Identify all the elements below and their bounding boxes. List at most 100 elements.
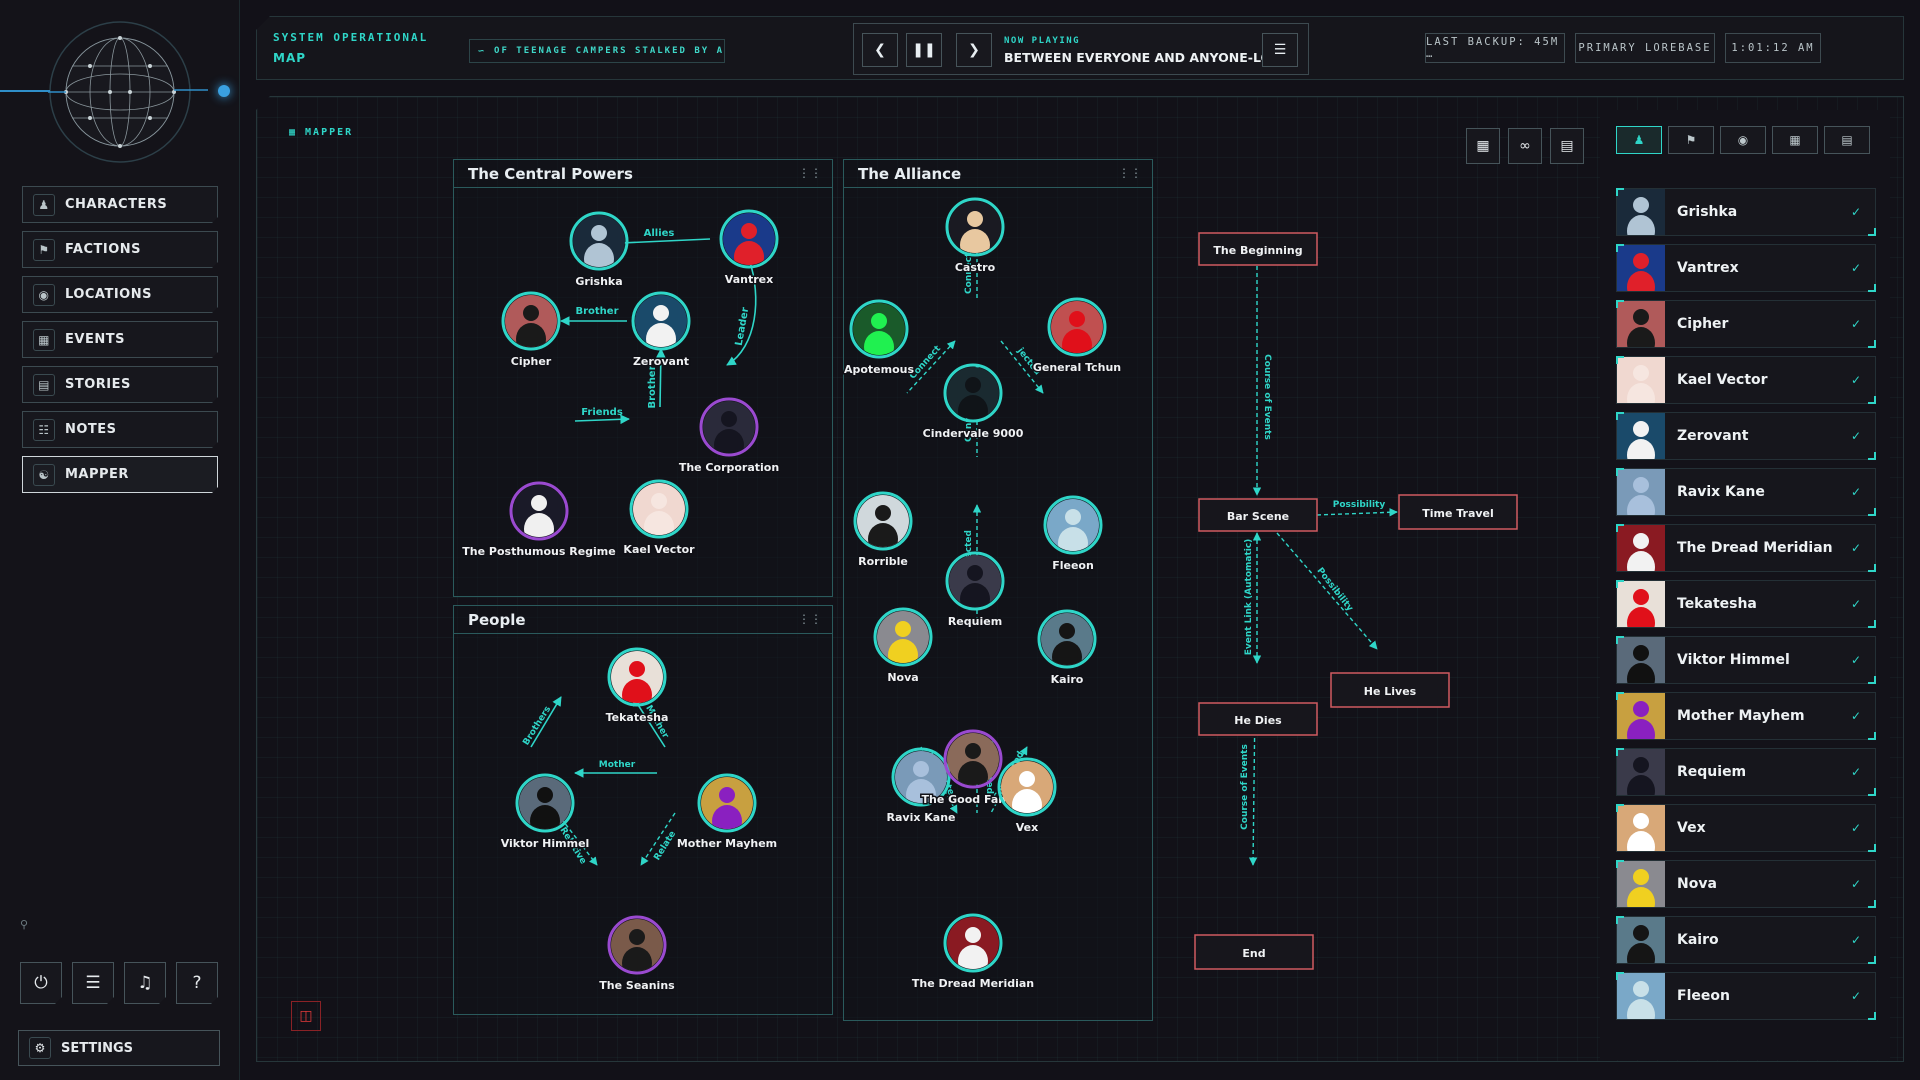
corner-accent bbox=[1868, 508, 1876, 516]
help-button[interactable]: ? bbox=[176, 962, 218, 1004]
previous-track-button[interactable]: ❮ bbox=[862, 33, 898, 67]
character-list-item[interactable]: Requiem ✓ bbox=[1616, 748, 1876, 796]
trash-icon: ◫ bbox=[299, 1008, 313, 1024]
database-button[interactable]: ☰ bbox=[72, 962, 114, 1004]
character-thumbnail bbox=[1617, 525, 1665, 571]
plug-button[interactable]: ⏻ bbox=[20, 962, 62, 1004]
edge-regime-kael[interactable] bbox=[574, 414, 630, 425]
character-thumbnail bbox=[1617, 917, 1665, 963]
node-seanins[interactable]: The Seanins bbox=[598, 915, 677, 994]
node-dread[interactable]: The Dread Meridian bbox=[910, 913, 1036, 992]
node-nova[interactable]: Nova bbox=[873, 607, 933, 686]
music-button[interactable]: ♫ bbox=[124, 962, 166, 1004]
character-list-item[interactable]: Viktor Himmel ✓ bbox=[1616, 636, 1876, 684]
event-node-end[interactable]: End bbox=[1194, 934, 1314, 970]
character-list-item[interactable]: Nova ✓ bbox=[1616, 860, 1876, 908]
document-icon: ☷ bbox=[33, 419, 55, 441]
event-edge-bar-time[interactable] bbox=[1316, 508, 1398, 517]
node-kairo[interactable]: Kairo bbox=[1037, 609, 1097, 688]
node-tekatesha[interactable]: Tekatesha bbox=[604, 647, 670, 726]
character-name: Kael Vector bbox=[1677, 372, 1768, 388]
checkmark-icon[interactable]: ✓ bbox=[1851, 597, 1861, 611]
sidebar-item-characters[interactable]: ♟ CHARACTERS bbox=[22, 186, 218, 223]
node-apotemous[interactable]: Apotemous bbox=[842, 299, 916, 378]
node-requiem[interactable]: Requiem bbox=[945, 551, 1005, 630]
search-icon[interactable]: ⚲ bbox=[20, 918, 28, 931]
node-kael[interactable]: Kael Vector bbox=[622, 479, 697, 558]
node-corporation[interactable]: The Corporation bbox=[677, 397, 781, 476]
event-node-bar-scene[interactable]: Bar Scene bbox=[1198, 498, 1318, 532]
node-fleeon[interactable]: Fleeon bbox=[1043, 495, 1103, 574]
event-node-he-dies[interactable]: He Dies bbox=[1198, 702, 1318, 736]
checkmark-icon[interactable]: ✓ bbox=[1851, 821, 1861, 835]
tab-factions[interactable]: ⚑ bbox=[1668, 126, 1714, 154]
node-cindervale[interactable]: Cindervale 9000 bbox=[921, 363, 1025, 442]
sidebar-item-notes[interactable]: ☷ NOTES bbox=[22, 411, 218, 448]
node-tchun[interactable]: General Tchun bbox=[1031, 297, 1123, 376]
character-list-item[interactable]: Ravix Kane ✓ bbox=[1616, 468, 1876, 516]
event-edge-bar-lives[interactable] bbox=[1276, 532, 1378, 650]
checkmark-icon[interactable]: ✓ bbox=[1851, 205, 1861, 219]
character-list-item[interactable]: Mother Mayhem ✓ bbox=[1616, 692, 1876, 740]
next-track-button[interactable]: ❯ bbox=[956, 33, 992, 67]
calendar-icon: ▦ bbox=[33, 329, 55, 351]
node-mayhem[interactable]: Mother Mayhem bbox=[675, 773, 779, 852]
node-vex[interactable]: Vex bbox=[997, 757, 1057, 836]
users-icon: ♟ bbox=[1633, 133, 1645, 147]
node-zerovant[interactable]: Zerovant bbox=[631, 291, 691, 370]
sidebar-item-stories[interactable]: ▤ STORIES bbox=[22, 366, 218, 403]
checkmark-icon[interactable]: ✓ bbox=[1851, 429, 1861, 443]
checkmark-icon[interactable]: ✓ bbox=[1851, 877, 1861, 891]
checkmark-icon[interactable]: ✓ bbox=[1851, 541, 1861, 555]
event-edge-label: Course of Events bbox=[1262, 354, 1272, 440]
tab-locations[interactable]: ◉ bbox=[1720, 126, 1766, 154]
delete-button[interactable]: ◫ bbox=[291, 1001, 321, 1031]
character-list-item[interactable]: Fleeon ✓ bbox=[1616, 972, 1876, 1020]
event-node-he-lives[interactable]: He Lives bbox=[1330, 672, 1450, 708]
node-cipher[interactable]: Cipher bbox=[501, 291, 561, 370]
checkmark-icon[interactable]: ✓ bbox=[1851, 261, 1861, 275]
character-list-item[interactable]: Cipher ✓ bbox=[1616, 300, 1876, 348]
node-viktor[interactable]: Viktor Himmel bbox=[499, 773, 591, 852]
checkmark-icon[interactable]: ✓ bbox=[1851, 765, 1861, 779]
node-label: Rorrible bbox=[858, 555, 908, 568]
event-node-beginning[interactable]: The Beginning bbox=[1198, 232, 1318, 266]
character-list-item[interactable]: Vex ✓ bbox=[1616, 804, 1876, 852]
tab-events[interactable]: ▦ bbox=[1772, 126, 1818, 154]
corner-accent bbox=[1868, 900, 1876, 908]
character-list-item[interactable]: Vantrex ✓ bbox=[1616, 244, 1876, 292]
checkmark-icon[interactable]: ✓ bbox=[1851, 485, 1861, 499]
lorebase-selector[interactable]: PRIMARY LOREBASE bbox=[1575, 33, 1715, 63]
node-castro[interactable]: Castro bbox=[945, 197, 1005, 276]
checkmark-icon[interactable]: ✓ bbox=[1851, 653, 1861, 667]
tab-characters[interactable]: ♟ bbox=[1616, 126, 1662, 154]
checkmark-icon[interactable]: ✓ bbox=[1851, 989, 1861, 1003]
last-backup[interactable]: LAST BACKUP: 45M … bbox=[1425, 33, 1565, 63]
character-list-item[interactable]: Tekatesha ✓ bbox=[1616, 580, 1876, 628]
node-rorrible[interactable]: Rorrible bbox=[853, 491, 913, 570]
sidebar-item-factions[interactable]: ⚑ FACTIONS bbox=[22, 231, 218, 268]
node-grishka[interactable]: Grishka bbox=[569, 211, 629, 290]
node-vantrex[interactable]: Vantrex bbox=[719, 209, 779, 288]
checkmark-icon[interactable]: ✓ bbox=[1851, 317, 1861, 331]
sidebar-item-events[interactable]: ▦ EVENTS bbox=[22, 321, 218, 358]
tab-stories[interactable]: ▤ bbox=[1824, 126, 1870, 154]
news-ticker[interactable]: ∽ OF TEENAGE CAMPERS STALKED BY A bbox=[469, 39, 725, 63]
settings-button[interactable]: ⚙ SETTINGS bbox=[18, 1030, 220, 1066]
character-list-item[interactable]: Zerovant ✓ bbox=[1616, 412, 1876, 460]
character-list-item[interactable]: Kairo ✓ bbox=[1616, 916, 1876, 964]
sidebar-item-mapper[interactable]: ☯ MAPPER bbox=[22, 456, 218, 493]
character-name: Tekatesha bbox=[1677, 596, 1757, 612]
node-posthumous[interactable]: The Posthumous Regime bbox=[461, 481, 617, 560]
character-list-item[interactable]: Kael Vector ✓ bbox=[1616, 356, 1876, 404]
character-list-item[interactable]: The Dread Meridian ✓ bbox=[1616, 524, 1876, 572]
checkmark-icon[interactable]: ✓ bbox=[1851, 933, 1861, 947]
checkmark-icon[interactable]: ✓ bbox=[1851, 373, 1861, 387]
checkmark-icon[interactable]: ✓ bbox=[1851, 709, 1861, 723]
event-node-time-travel[interactable]: Time Travel bbox=[1398, 494, 1518, 530]
character-list-item[interactable]: Grishka ✓ bbox=[1616, 188, 1876, 236]
sidebar-item-locations[interactable]: ◉ LOCATIONS bbox=[22, 276, 218, 313]
pause-button[interactable]: ❚❚ bbox=[906, 33, 942, 67]
pause-icon: ❚❚ bbox=[912, 42, 936, 58]
playlist-button[interactable]: ☰ bbox=[1262, 33, 1298, 67]
